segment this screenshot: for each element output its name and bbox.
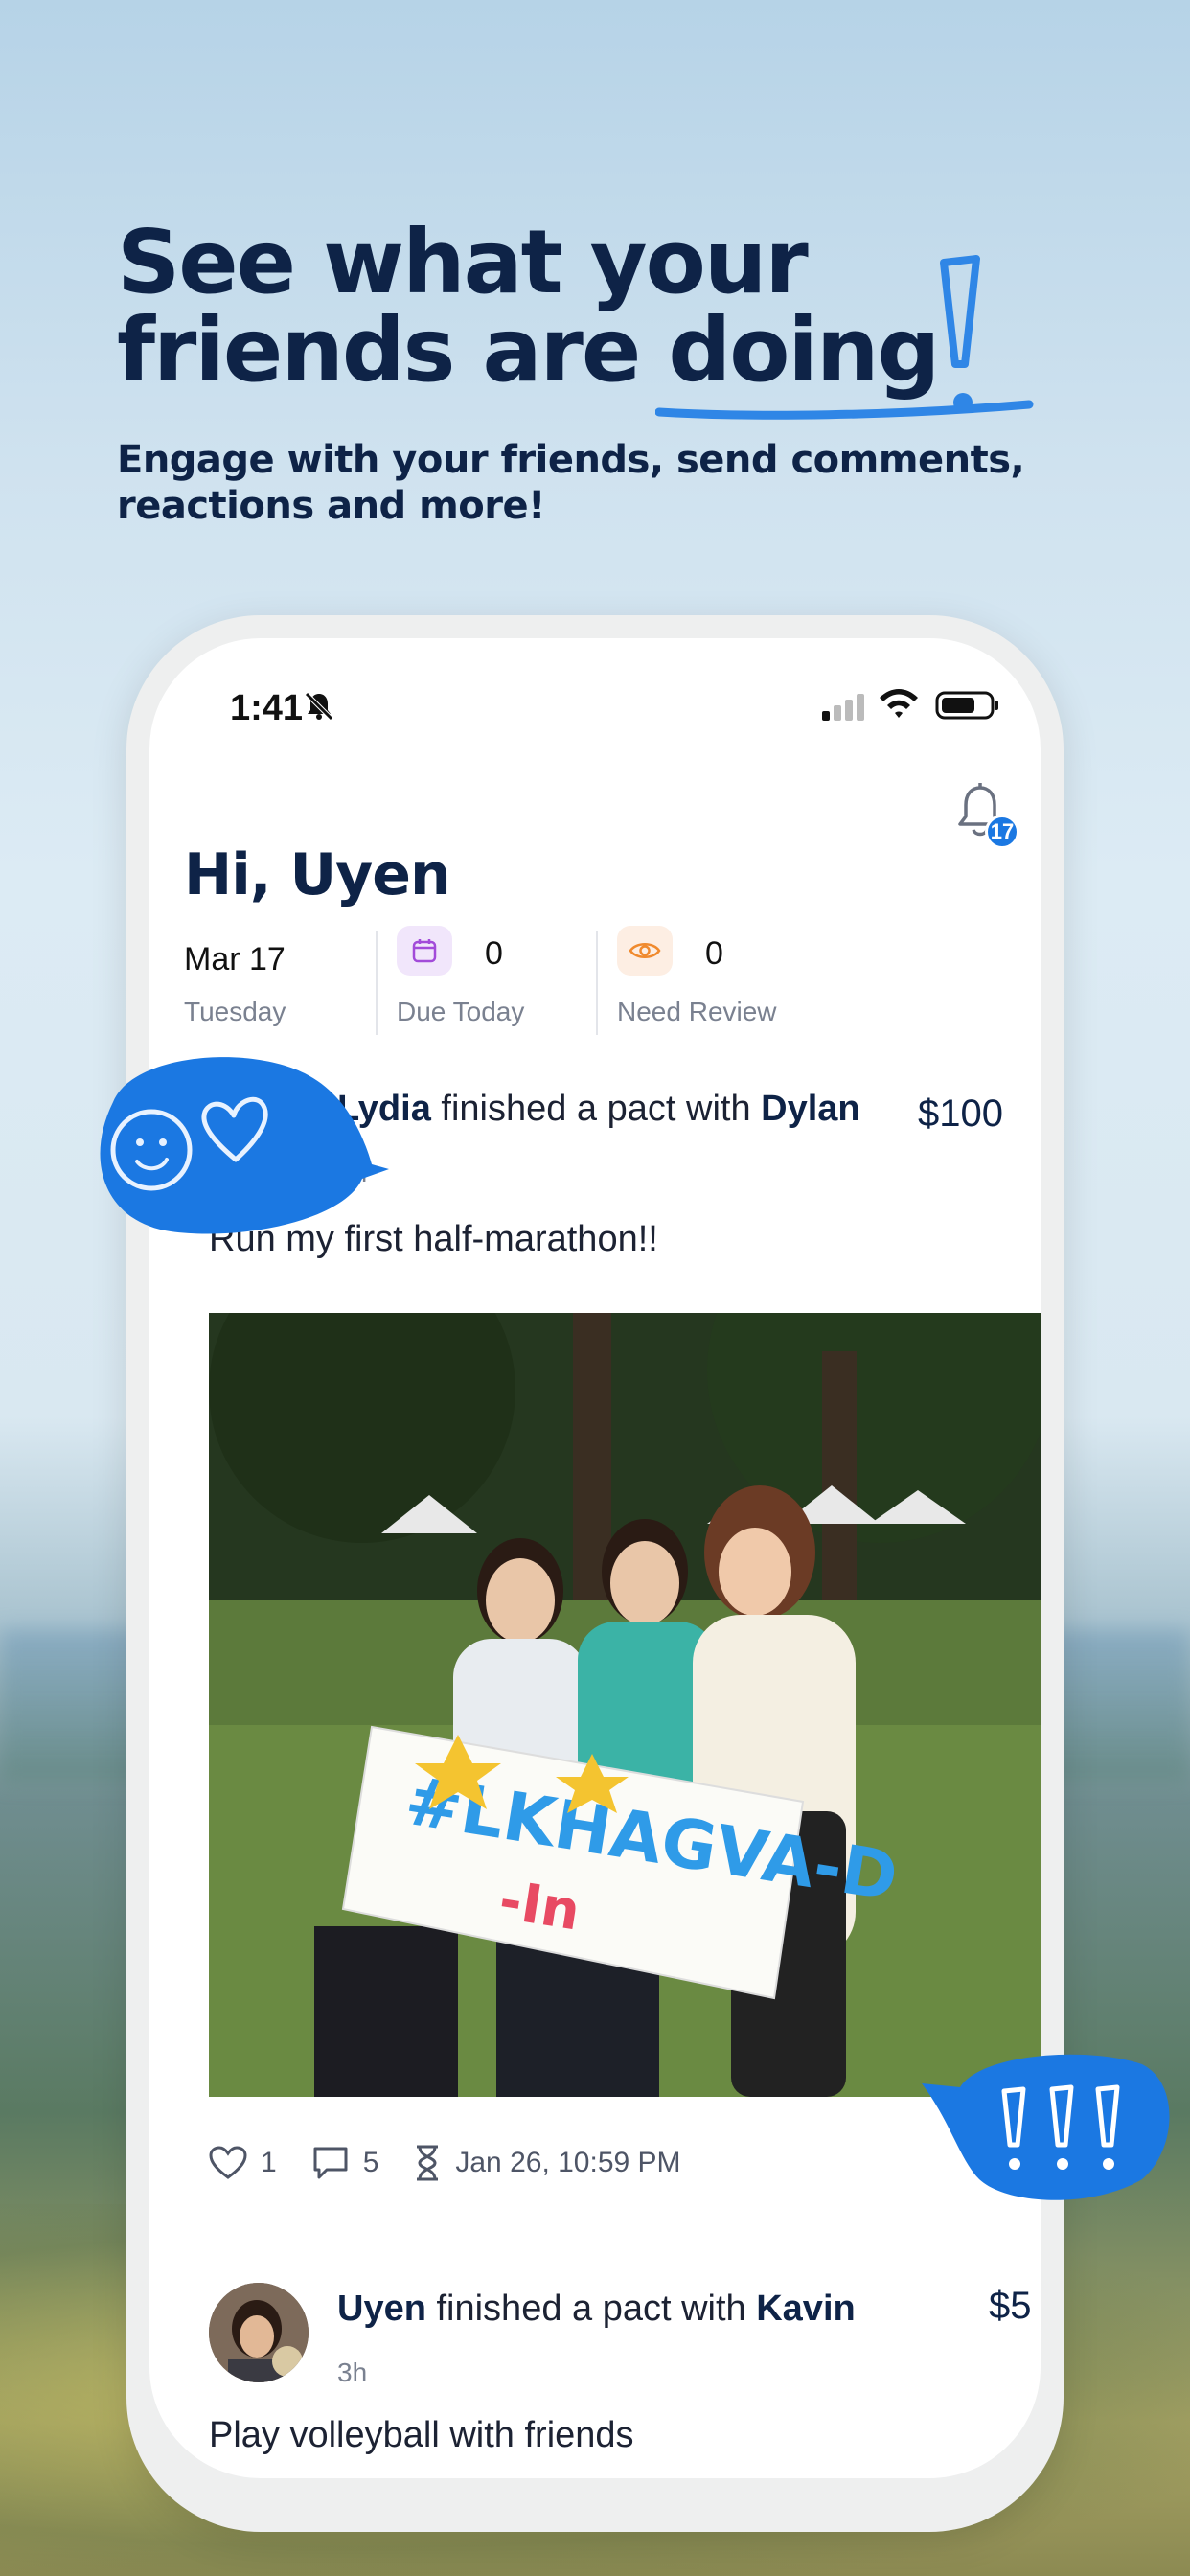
hero-title-highlight: doing: [668, 299, 940, 402]
notification-badge: 17: [985, 815, 1019, 849]
need-review-label: Need Review: [617, 997, 777, 1026]
like-button[interactable]: 1: [209, 2146, 277, 2180]
hero-title: See what your friends are doing: [117, 211, 940, 395]
hero-title-line2: friends are doing: [117, 307, 940, 395]
stat-due-today[interactable]: 0 Due Today: [397, 926, 588, 1031]
exclamation-sticker: [922, 2054, 1170, 2200]
post-time-ago: 3h: [337, 2358, 368, 2387]
date-value: Mar 17: [184, 941, 286, 978]
heart-icon: [209, 2146, 247, 2179]
hand-drawn-underline: [655, 400, 1034, 420]
comment-button[interactable]: 5: [311, 2145, 379, 2181]
calendar-icon: [397, 926, 452, 976]
hand-drawn-exclamation-icon: [940, 255, 980, 412]
stat-date: Mar 17 Tuesday: [184, 926, 356, 1031]
post-actions: 1 5 Jan 26, 10:59 PM: [209, 2139, 716, 2187]
phone-screen: 1:41 17 Hi, Uyen Mar 17 Tuesday 0 Due To…: [149, 638, 1041, 2478]
divider: [596, 932, 598, 1035]
post-amount: $100: [918, 1092, 1003, 1135]
silent-bell-icon: [305, 692, 333, 721]
stat-need-review[interactable]: 0 Need Review: [617, 926, 828, 1031]
smiley-heart-sticker: [100, 1057, 389, 1234]
due-today-count: 0: [485, 935, 503, 972]
greeting: Hi, Uyen: [184, 841, 451, 908]
post-action: finished a pact with: [430, 1089, 762, 1129]
weekday-label: Tuesday: [184, 997, 286, 1026]
svg-text:-In: -In: [495, 1869, 584, 1943]
post-header[interactable]: Uyen finished a pact with Kavin: [337, 2288, 856, 2330]
eye-icon: [617, 926, 673, 976]
like-count: 1: [261, 2147, 277, 2178]
post-photo[interactable]: #LKHAGVA-D -In: [209, 1313, 1041, 2097]
hero-title-line1: See what your: [117, 211, 809, 313]
comment-icon: [313, 2147, 348, 2179]
due-today-label: Due Today: [397, 997, 525, 1026]
cellular-signal-icon: [822, 694, 864, 721]
hourglass-icon: [417, 2145, 439, 2181]
need-review-count: 0: [705, 935, 723, 972]
comment-count: 5: [362, 2147, 379, 2178]
hero-title-prefix: friends are: [117, 299, 669, 402]
post-action: finished a pact with: [425, 2288, 757, 2329]
post-partner[interactable]: Dylan: [761, 1089, 859, 1129]
deadline-info: Jan 26, 10:59 PM: [413, 2144, 681, 2182]
battery-icon: [935, 691, 998, 720]
post-user[interactable]: Uyen: [337, 2288, 426, 2329]
wifi-icon: [880, 689, 918, 718]
status-bar: 1:41: [149, 638, 1041, 772]
post-partner[interactable]: Kavin: [756, 2288, 855, 2329]
status-time: 1:41: [230, 688, 304, 728]
post-header[interactable]: Lydia finished a pact with Dylan: [337, 1089, 860, 1130]
post-amount: $5: [989, 2285, 1032, 2327]
deadline-text: Jan 26, 10:59 PM: [455, 2147, 681, 2178]
avatar[interactable]: [209, 2283, 309, 2382]
post-photo-illustration: #LKHAGVA-D -In: [209, 1313, 1041, 2097]
divider: [376, 932, 378, 1035]
hero-subtitle: Engage with your friends, send comments,…: [117, 438, 1025, 528]
post-text: Play volleyball with friends: [209, 2415, 634, 2455]
